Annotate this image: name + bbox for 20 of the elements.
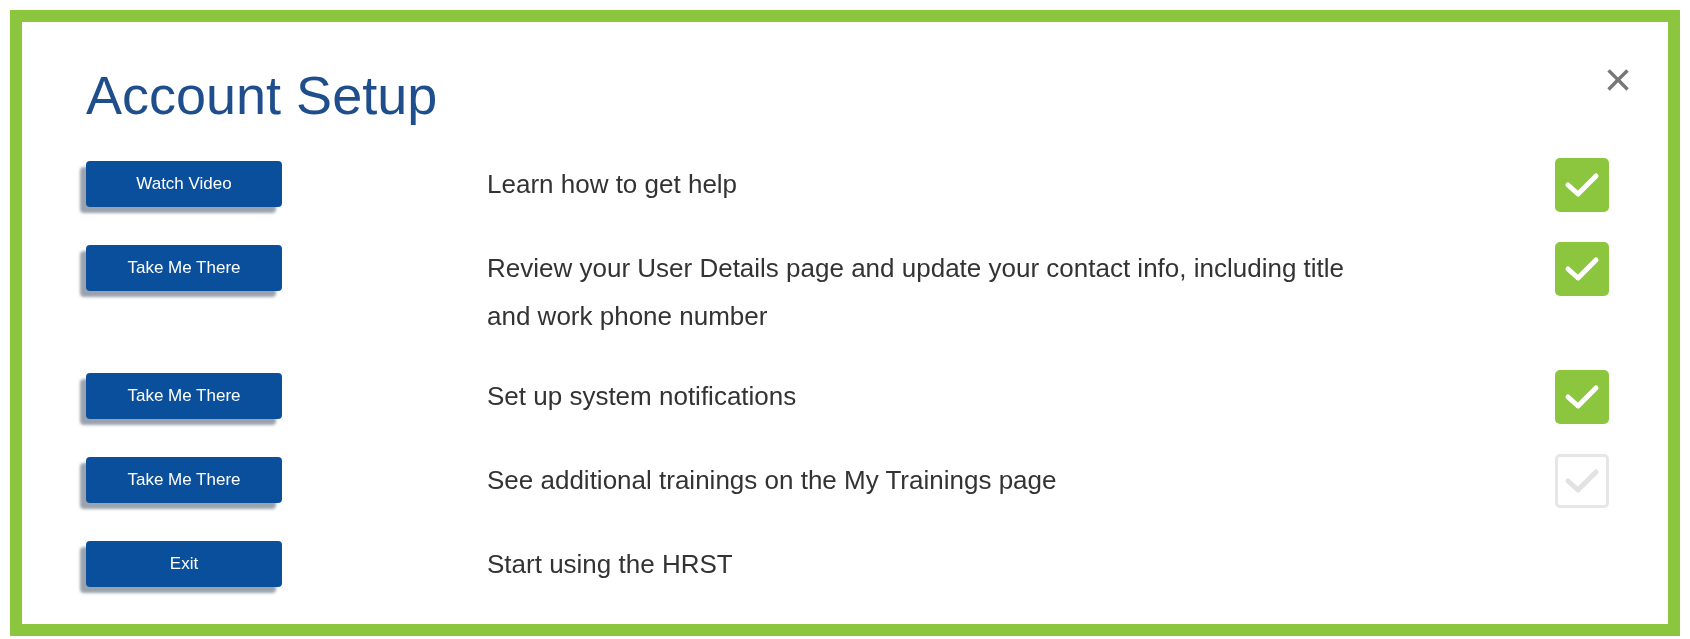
task-description: Start using the HRST bbox=[487, 548, 734, 581]
task-description: Set up system notifications bbox=[487, 380, 798, 413]
check-icon bbox=[1564, 382, 1600, 412]
task-description: Learn how to get help bbox=[487, 168, 739, 201]
checkbox[interactable] bbox=[1555, 454, 1609, 508]
task-button[interactable]: Watch Video bbox=[86, 161, 282, 207]
task-button[interactable]: Take Me There bbox=[86, 457, 282, 503]
checkbox[interactable] bbox=[1555, 242, 1609, 296]
close-button[interactable]: × bbox=[1603, 56, 1632, 104]
task-button[interactable]: Take Me There bbox=[86, 245, 282, 291]
checkbox[interactable] bbox=[1555, 370, 1609, 424]
checkbox[interactable] bbox=[1555, 158, 1609, 212]
task-button[interactable]: Take Me There bbox=[86, 373, 282, 419]
dialog-title: Account Setup bbox=[86, 64, 438, 127]
task-description: Review your User Details page and update your contact info, including title and work phone number bbox=[487, 252, 1346, 333]
check-icon bbox=[1564, 254, 1600, 284]
task-button[interactable]: Exit bbox=[86, 541, 282, 587]
task-description: See additional trainings on the My Trainings page bbox=[487, 464, 1058, 497]
check-icon bbox=[1564, 466, 1600, 496]
check-icon bbox=[1564, 170, 1600, 200]
